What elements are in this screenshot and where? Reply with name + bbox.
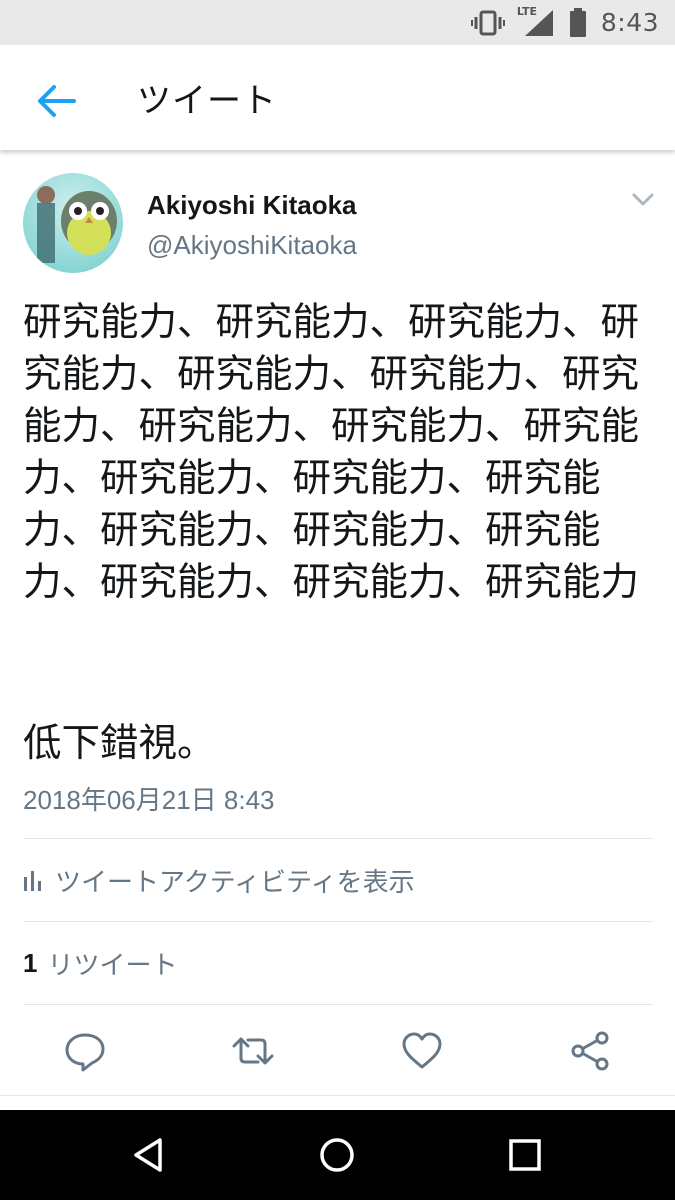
divider bbox=[23, 1004, 653, 1005]
share-icon[interactable] bbox=[567, 1028, 613, 1074]
tweet-text: 研究能力、研究能力、研究能力、研究能力、研究能力、研究能力、研究能力、研究能力、… bbox=[23, 300, 640, 605]
avatar[interactable] bbox=[23, 173, 123, 273]
app-bar: ツイート bbox=[0, 45, 675, 150]
analytics-icon bbox=[24, 871, 41, 891]
retweet-stats[interactable]: 1 リツイート bbox=[23, 945, 177, 981]
tweet-activity-link[interactable]: ツイートアクティビティを表示 bbox=[23, 862, 415, 898]
status-time: 8:43 bbox=[600, 8, 659, 37]
divider bbox=[23, 838, 653, 839]
system-nav-bar bbox=[0, 1110, 675, 1200]
chevron-down-icon[interactable] bbox=[630, 190, 656, 210]
back-arrow-icon[interactable] bbox=[34, 79, 78, 123]
retweet-label: リツイート bbox=[47, 950, 178, 981]
vibrate-icon bbox=[470, 10, 505, 35]
divider bbox=[0, 1095, 675, 1096]
tweet-text-second: 低下錯視。 bbox=[23, 721, 216, 766]
author-handle[interactable]: @AkiyoshiKitaoka bbox=[147, 230, 357, 261]
tweet-timestamp: 2018年06月21日 8:43 bbox=[23, 785, 275, 815]
like-icon[interactable] bbox=[399, 1028, 445, 1074]
battery-icon bbox=[569, 7, 586, 37]
status-icons: LTE 8:43 bbox=[470, 0, 659, 45]
retweet-count: 1 bbox=[23, 947, 38, 978]
divider bbox=[23, 921, 653, 922]
nav-back-icon[interactable] bbox=[130, 1135, 170, 1175]
page-title: ツイート bbox=[137, 81, 277, 121]
status-bar: LTE 8:43 bbox=[0, 0, 675, 45]
network-type-label: LTE bbox=[516, 4, 538, 18]
reply-icon[interactable] bbox=[62, 1028, 108, 1074]
author-name[interactable]: Akiyoshi Kitaoka bbox=[147, 190, 357, 221]
tweet-detail: Akiyoshi Kitaoka @AkiyoshiKitaoka 研究能力、研… bbox=[0, 150, 675, 1110]
signal-icon: LTE bbox=[516, 4, 555, 38]
nav-home-icon[interactable] bbox=[317, 1135, 357, 1175]
nav-recents-icon[interactable] bbox=[505, 1135, 545, 1175]
retweet-icon[interactable] bbox=[230, 1028, 276, 1074]
activity-label: ツイートアクティビティを表示 bbox=[55, 867, 415, 898]
